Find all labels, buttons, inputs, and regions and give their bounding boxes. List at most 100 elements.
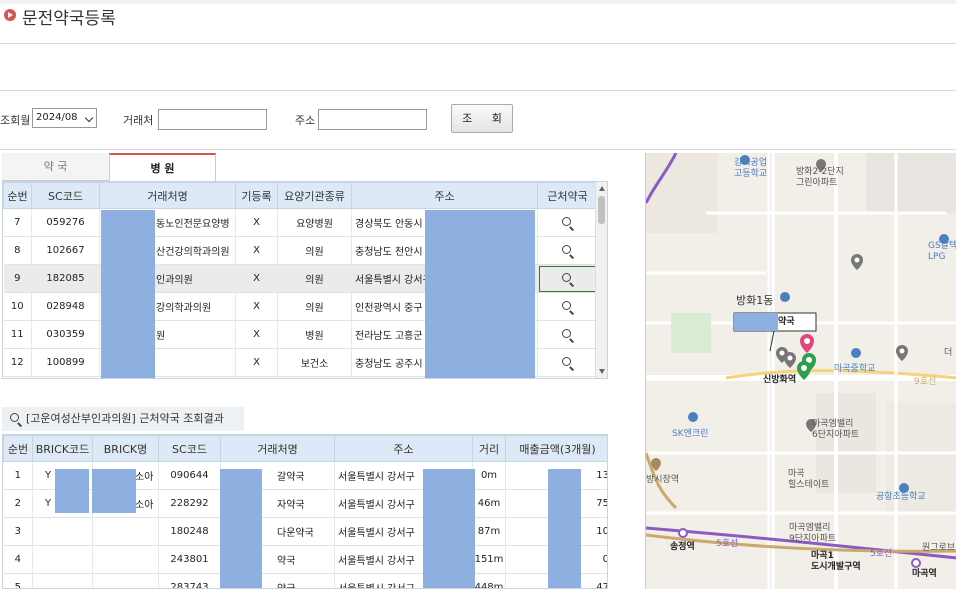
map-label: 원그로브 xyxy=(922,543,956,553)
search-icon[interactable] xyxy=(561,356,574,371)
col-header[interactable]: 주소 xyxy=(351,182,538,209)
gas-station-icon xyxy=(688,412,698,422)
cell-no: 11 xyxy=(3,320,32,349)
cell-brick-code xyxy=(32,545,93,574)
col-header[interactable]: 거래처명 xyxy=(99,182,236,209)
col-header[interactable]: 근처약국 xyxy=(537,182,598,209)
map-label: 5호선 xyxy=(716,539,739,549)
cell-nearby[interactable] xyxy=(537,236,598,265)
map-label: GS칼텍 LPG xyxy=(928,241,956,262)
client-input[interactable] xyxy=(158,109,267,130)
cell-dist: 151m xyxy=(472,545,506,574)
cell-sc: 243801 xyxy=(158,545,221,574)
cell-nearby[interactable] xyxy=(537,292,598,321)
col-header[interactable]: 요양기관종류 xyxy=(277,182,352,209)
vertical-scrollbar[interactable] xyxy=(595,182,607,378)
cell-sc: 028948 xyxy=(31,292,100,321)
cell-dist: 448m xyxy=(472,573,506,588)
result-header-text: [고운여성산부인과의원] 근처약국 조회결과 xyxy=(26,412,224,425)
cell-sc: 283743 xyxy=(158,573,221,588)
scroll-thumb[interactable] xyxy=(598,196,605,224)
redaction-mask xyxy=(92,469,136,513)
table-row[interactable]: 5 283743 약국 서울특별시 강서구 448m 47 xyxy=(3,573,607,588)
col-header[interactable]: 순번 xyxy=(3,435,33,462)
station-icon xyxy=(678,528,688,538)
result-header: [고운여성산부인과의원] 근처약국 조회결과 xyxy=(2,407,244,431)
map-label: 공항초등학교 xyxy=(876,492,926,502)
grid-header-row: 순번 BRICK코드 BRICK명 SC코드 거래처명 주소 거리 매출금액(3… xyxy=(3,435,607,462)
tab-pharmacy[interactable]: 약 국 xyxy=(2,153,109,181)
search-icon xyxy=(10,413,23,427)
cell-no: 8 xyxy=(3,236,32,265)
redaction-mask xyxy=(425,210,535,378)
table-row[interactable]: 3 180248 다운약국 서울특별시 강서구 87m 10 xyxy=(3,517,607,546)
col-header[interactable]: 순번 xyxy=(3,182,32,209)
cell-reg: X xyxy=(235,236,278,265)
cell-dist: 46m xyxy=(472,489,506,518)
map-label: 방시장역 xyxy=(646,475,680,485)
col-header[interactable]: 주소 xyxy=(334,435,473,462)
col-header[interactable]: BRICK코드 xyxy=(32,435,93,462)
page-title: 문전약국등록 xyxy=(22,9,116,29)
map-label: 신방화역 xyxy=(763,375,797,385)
col-header[interactable]: 거리 xyxy=(472,435,506,462)
cell-brick-name xyxy=(92,545,159,574)
cell-nearby[interactable] xyxy=(537,264,598,293)
search-icon[interactable] xyxy=(561,216,574,231)
map-label: 마곡엠밸리 6단지아파트 xyxy=(812,419,860,440)
school-icon xyxy=(851,348,861,358)
scroll-up-icon[interactable] xyxy=(599,186,605,191)
cell-brick-code xyxy=(32,573,93,588)
scroll-down-icon[interactable] xyxy=(599,369,605,374)
cell-sc: 090644 xyxy=(158,461,221,490)
col-header[interactable]: 거래처명 xyxy=(220,435,335,462)
search-icon[interactable] xyxy=(561,272,574,287)
col-header[interactable]: 매출금액(3개월) xyxy=(505,435,607,462)
address-input[interactable] xyxy=(318,109,427,130)
cell-no: 4 xyxy=(3,545,33,574)
col-header[interactable]: SC코드 xyxy=(31,182,100,209)
map-label: 5호선 xyxy=(870,549,893,559)
tab-hospital[interactable]: 병 원 xyxy=(109,153,216,181)
cell-nearby[interactable] xyxy=(537,208,598,237)
redaction-mask xyxy=(423,469,475,588)
col-header[interactable]: 기등록 xyxy=(235,182,278,209)
map-label: 강서공업 고등학교 xyxy=(734,158,768,179)
cell-nearby[interactable] xyxy=(537,320,598,349)
cell-no: 3 xyxy=(3,517,33,546)
col-header[interactable]: SC코드 xyxy=(158,435,221,462)
cell-no: 7 xyxy=(3,208,32,237)
cell-no: 1 xyxy=(3,461,33,490)
redaction-mask xyxy=(55,469,89,513)
table-row[interactable]: 4 243801 약국 서울특별시 강서구 151m 0 xyxy=(3,545,607,574)
search-icon[interactable] xyxy=(561,300,574,315)
title-bar: 문전약국등록 xyxy=(0,0,956,44)
cell-sc: 059276 xyxy=(31,208,100,237)
chevron-down-icon xyxy=(84,113,94,123)
redaction-mask xyxy=(101,210,155,378)
cell-reg: X xyxy=(235,348,278,377)
search-icon[interactable] xyxy=(561,328,574,343)
month-label: 조회월 xyxy=(0,114,31,127)
col-header[interactable]: BRICK명 xyxy=(92,435,159,462)
map-label: SK엔크린 xyxy=(672,429,709,439)
map-panel[interactable]: 강서공업 고등학교 방화2-2단지 그린아파트 GS칼텍 LPG 방화1동 약국 신방… xyxy=(645,153,956,589)
search-icon[interactable] xyxy=(561,244,574,259)
cell-type: 의원 xyxy=(277,264,352,293)
cell-sc: 180248 xyxy=(158,517,221,546)
month-select-value: 2024/08 xyxy=(36,112,78,123)
redaction-mask xyxy=(548,469,581,588)
map-label: 마곡1 도시개발구역 xyxy=(811,551,861,572)
map-label: 방화2-2단지 그린아파트 xyxy=(796,167,844,188)
search-button[interactable]: 조 회 xyxy=(451,104,513,133)
grid-header-row: 순번 SC코드 거래처명 기등록 요양기관종류 주소 근처약국 xyxy=(3,182,598,209)
cell-dist: 87m xyxy=(472,517,506,546)
map-label: 송정역 xyxy=(670,542,695,552)
map-label: 마곡중학교 xyxy=(834,364,876,374)
pharmacy-result-grid: 순번 BRICK코드 BRICK명 SC코드 거래처명 주소 거리 매출금액(3… xyxy=(2,434,608,589)
address-label: 주소 xyxy=(295,114,316,127)
cell-type: 보건소 xyxy=(277,348,352,377)
cell-nearby[interactable] xyxy=(537,348,598,377)
month-select[interactable]: 2024/08 xyxy=(32,108,97,128)
map-label: 9호선 xyxy=(914,377,937,387)
